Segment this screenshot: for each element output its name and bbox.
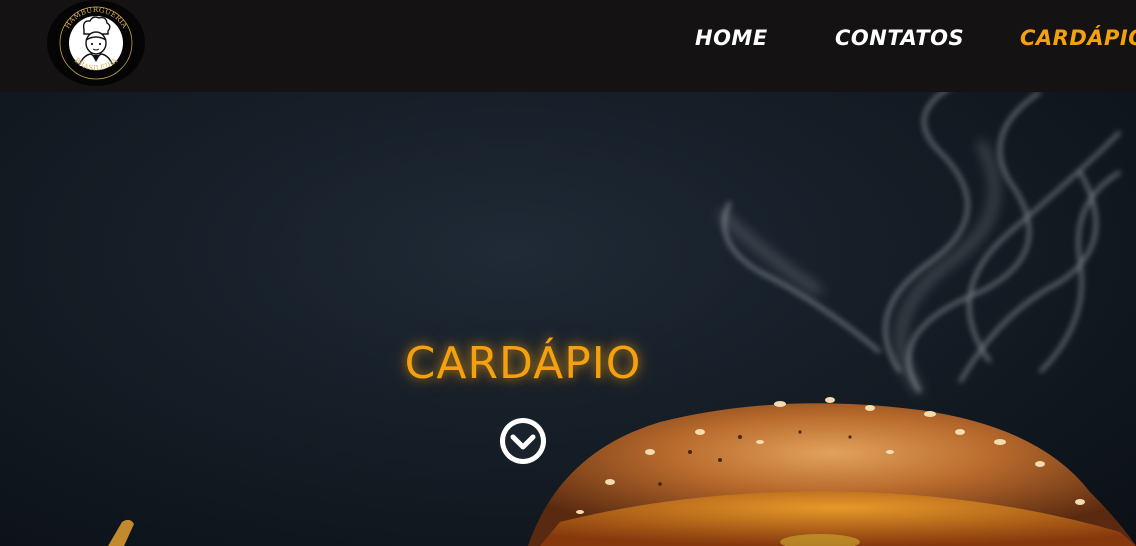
chef-logo-icon: HAMBURGUERIA BRASILEIRA: [55, 2, 137, 84]
nav-cardapio-link[interactable]: CARDÁPIO: [1020, 26, 1136, 50]
nav-home-link[interactable]: HOME: [695, 26, 768, 50]
scroll-down-button[interactable]: [498, 416, 548, 466]
navbar: HAMBURGUERIA BRASILEIRA HOME CONTATOS CA…: [0, 0, 1136, 92]
brand-logo[interactable]: HAMBURGUERIA BRASILEIRA: [47, 0, 145, 86]
nav-contatos-link[interactable]: CONTATOS: [835, 26, 964, 50]
hero-title: CARDÁPIO: [404, 338, 642, 389]
hero-banner: CARDÁPIO: [0, 92, 1136, 546]
burger-background-image: [108, 92, 1136, 546]
chevron-down-circle-icon: [500, 418, 546, 464]
